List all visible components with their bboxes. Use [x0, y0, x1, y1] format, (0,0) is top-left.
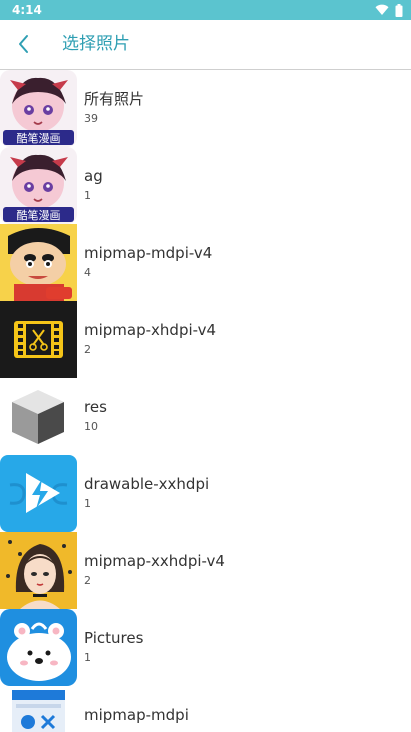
album-row[interactable]: 酷笔漫画 所有照片 39 — [0, 70, 411, 147]
comic-app-icon: 酷笔漫画 — [0, 147, 77, 224]
album-count: 2 — [84, 574, 91, 587]
album-thumbnail — [0, 224, 77, 301]
album-count: 39 — [84, 112, 98, 125]
status-icons — [375, 3, 403, 17]
album-row[interactable]: drawable-xxhdpi 1 — [0, 455, 411, 532]
wifi-icon — [375, 4, 389, 15]
status-bar: 4:14 — [0, 0, 411, 20]
album-thumbnail — [0, 609, 77, 686]
album-row[interactable]: mipmap-mdpi — [0, 686, 411, 732]
album-thumbnail: 酷笔漫画 — [0, 147, 77, 224]
album-count: 1 — [84, 189, 91, 202]
album-name: mipmap-mdpi-v4 — [84, 244, 213, 262]
album-row[interactable]: res 10 — [0, 378, 411, 455]
album-count: 2 — [84, 343, 91, 356]
comic-logo-text: 酷笔漫画 — [17, 208, 61, 222]
album-row[interactable]: mipmap-xxhdpi-v4 2 — [0, 532, 411, 609]
album-count: 1 — [84, 497, 91, 510]
album-name: drawable-xxhdpi — [84, 475, 210, 493]
cube-icon — [0, 378, 77, 455]
battery-icon — [395, 3, 403, 17]
album-thumbnail — [0, 455, 77, 532]
back-icon[interactable] — [12, 32, 36, 56]
album-count: 4 — [84, 266, 91, 279]
album-list[interactable]: 酷笔漫画 所有照片 39 酷笔漫画 ag 1 mipmap-mdpi-v4 4 … — [0, 70, 411, 732]
comic-app-icon: 酷笔漫画 — [0, 70, 77, 147]
album-row[interactable]: Pictures 1 — [0, 609, 411, 686]
polar-bear-icon — [0, 609, 77, 686]
album-thumbnail — [0, 532, 77, 609]
comic-logo-text: 酷笔漫画 — [17, 131, 61, 145]
album-name: ag — [84, 167, 103, 185]
album-name: mipmap-xhdpi-v4 — [84, 321, 217, 339]
album-row[interactable]: mipmap-xhdpi-v4 2 — [0, 301, 411, 378]
album-name: 所有照片 — [84, 90, 145, 108]
lightning-app-icon — [0, 455, 77, 532]
album-thumbnail — [0, 686, 77, 732]
album-count: 1 — [84, 651, 91, 664]
album-name: mipmap-xxhdpi-v4 — [84, 552, 225, 570]
status-time: 4:14 — [12, 3, 42, 17]
cartoon-boy-icon — [0, 224, 77, 301]
album-row[interactable]: mipmap-mdpi-v4 4 — [0, 224, 411, 301]
album-row[interactable]: 酷笔漫画 ag 1 — [0, 147, 411, 224]
album-name: mipmap-mdpi — [84, 706, 189, 724]
video-cut-icon — [0, 301, 77, 378]
page-title: 选择照片 — [62, 34, 130, 54]
anime-girl-icon — [0, 532, 77, 609]
album-thumbnail: 酷笔漫画 — [0, 70, 77, 147]
app-window-icon — [0, 686, 77, 732]
album-thumbnail — [0, 301, 77, 378]
album-name: res — [84, 398, 107, 416]
album-thumbnail — [0, 378, 77, 455]
app-bar: 选择照片 — [0, 20, 411, 70]
album-name: Pictures — [84, 629, 144, 647]
album-count: 10 — [84, 420, 98, 433]
